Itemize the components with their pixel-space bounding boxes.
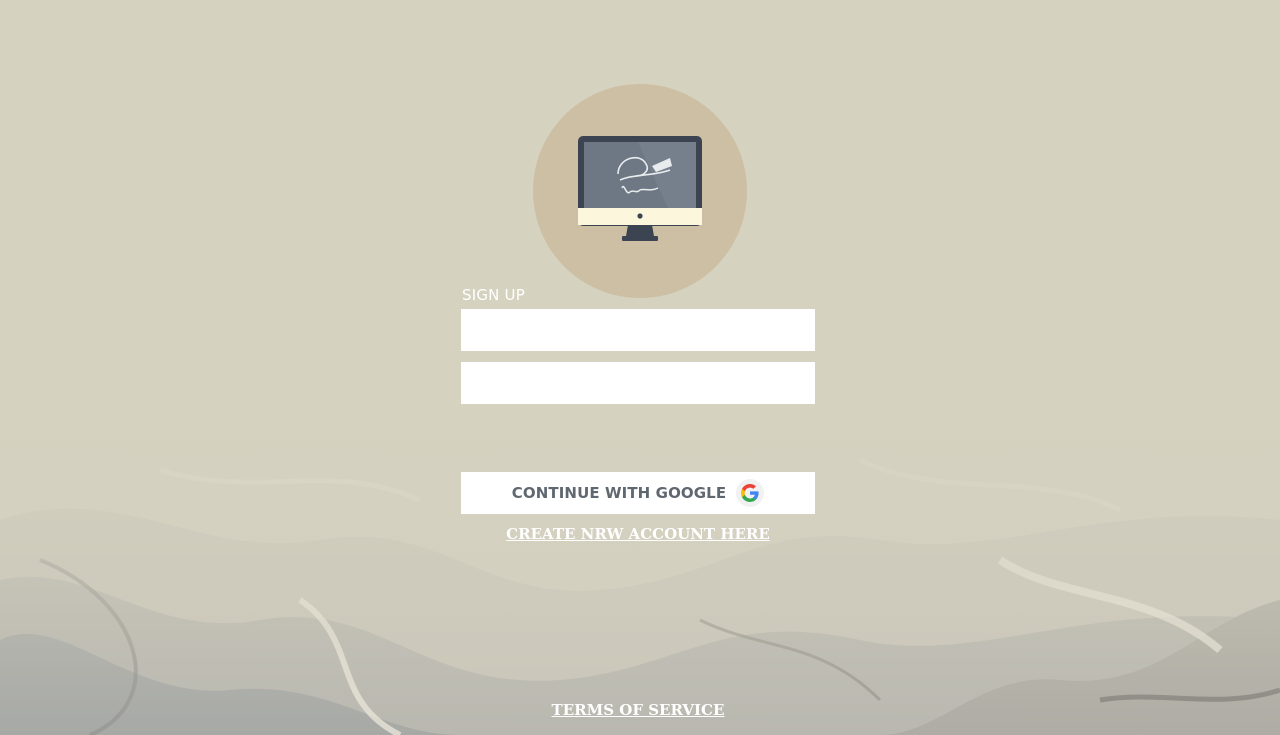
continue-with-google-button[interactable]: CONTINUE WITH GOOGLE <box>461 472 815 514</box>
monitor-signature-icon <box>578 136 702 241</box>
create-account-link[interactable]: CREATE NRW ACCOUNT HERE <box>461 525 815 543</box>
terms-of-service-link[interactable]: TERMS OF SERVICE <box>461 701 815 719</box>
signup-heading: SIGN UP <box>462 286 525 304</box>
signup-page: SIGN UP CONTINUE WITH GOOGLE CREATE NRW … <box>0 0 1280 735</box>
email-field[interactable] <box>461 309 815 351</box>
logo-circle <box>533 84 747 298</box>
password-field[interactable] <box>461 362 815 404</box>
google-button-label: CONTINUE WITH GOOGLE <box>511 484 727 502</box>
google-icon <box>736 479 765 507</box>
